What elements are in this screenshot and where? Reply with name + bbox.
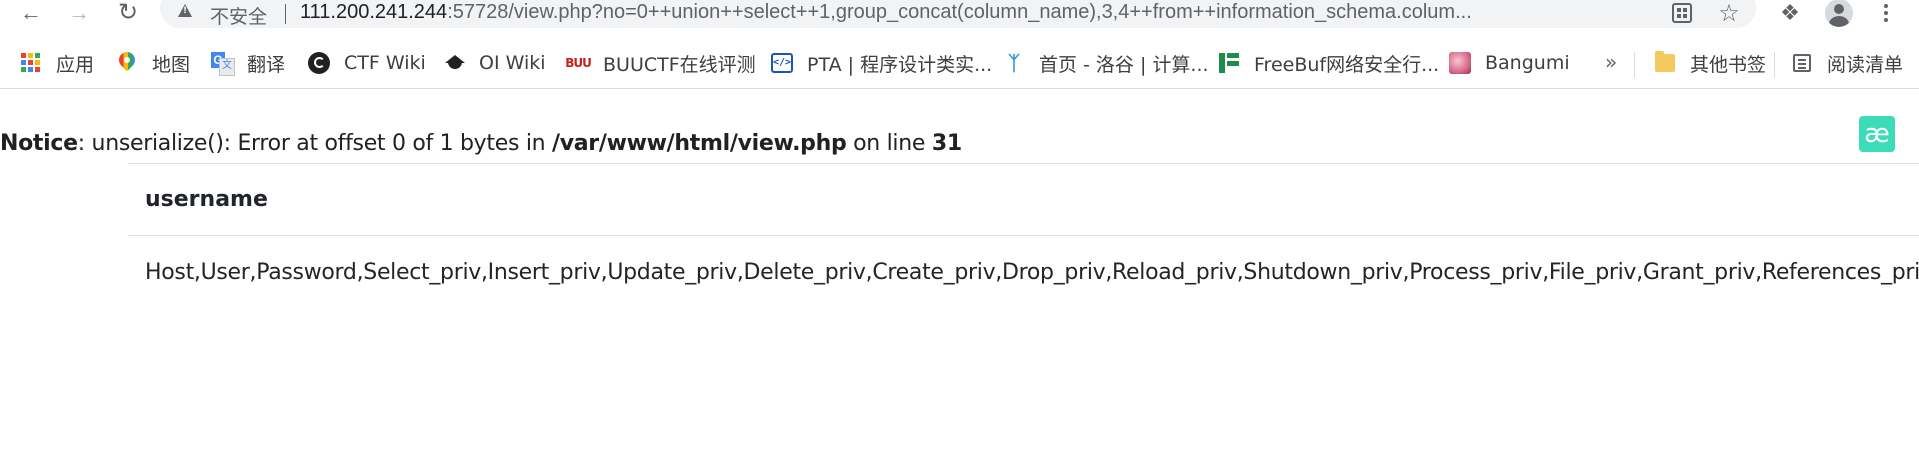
apps-grid-icon (20, 52, 42, 74)
star-icon[interactable]: ☆ (1711, 0, 1747, 27)
bookmark-freebuf[interactable]: FreeBuf网络安全行... (1218, 48, 1439, 78)
browser-toolbar: ← → ↻ 不安全 111.200.241.244:57728/view.php… (0, 0, 1919, 30)
buuctf-icon: BUU (565, 56, 592, 70)
bookmark-label: BUUCTF在线评测 (603, 53, 756, 76)
url-path: :57728/view.php?no=0++union++select++1,g… (447, 1, 1472, 23)
url-host: 111.200.241.244 (300, 1, 448, 23)
bookmark-oi-wiki[interactable]: OI Wiki (443, 48, 546, 78)
page-content: æ Notice: unserialize(): Error at offset… (0, 89, 1919, 452)
bookmark-maps[interactable]: 地图 (116, 48, 190, 78)
url-text[interactable]: 111.200.241.244:57728/view.php?no=0++uni… (300, 1, 1790, 24)
bookmarks-divider (1774, 52, 1775, 78)
php-notice: Notice: unserialize(): Error at offset 0… (0, 131, 962, 156)
graduation-cap-icon (443, 52, 465, 74)
bookmark-label: 翻译 (247, 53, 286, 76)
profile-avatar-icon[interactable] (1821, 0, 1857, 27)
result-table: username Host,User,Password,Select_priv,… (128, 163, 1919, 308)
bangumi-icon (1449, 52, 1471, 74)
warning-icon[interactable] (178, 4, 192, 17)
bookmark-label: CTF Wiki (344, 52, 426, 74)
notice-label: Notice (0, 131, 78, 156)
back-arrow-icon[interactable]: ← (16, 0, 46, 26)
freebuf-icon (1218, 52, 1240, 74)
bookmark-label: 阅读清单 (1827, 53, 1904, 76)
bookmark-label: 其他书签 (1690, 53, 1767, 76)
forward-arrow-icon[interactable]: → (64, 0, 94, 26)
bookmark-bangumi[interactable]: Bangumi (1449, 48, 1570, 78)
qr-code-icon[interactable] (1664, 0, 1700, 26)
bookmark-other-folder[interactable]: 其他书签 (1654, 48, 1766, 78)
translate-icon: G文 (211, 52, 235, 76)
bookmark-apps[interactable]: 应用 (20, 48, 94, 78)
bookmarks-divider (1634, 52, 1635, 78)
bookmark-label: 首页 - 洛谷 | 计算... (1039, 53, 1209, 76)
bookmark-label: OI Wiki (479, 52, 546, 74)
address-bar[interactable]: 不安全 111.200.241.244:57728/view.php?no=0+… (160, 0, 1756, 28)
address-separator (285, 4, 286, 24)
bookmark-translate[interactable]: G文 翻译 (211, 48, 285, 78)
security-label[interactable]: 不安全 (210, 2, 267, 29)
extensions-puzzle-icon[interactable]: ❖ (1772, 0, 1808, 26)
bookmark-luogu[interactable]: ᛉ 首页 - 洛谷 | 计算... (1003, 48, 1209, 78)
luogu-icon: ᛉ (1008, 51, 1020, 75)
bookmark-pta[interactable]: </> PTA | 程序设计类实... (771, 48, 992, 78)
bookmark-label: 地图 (152, 53, 191, 76)
bookmark-buuctf[interactable]: BUU BUUCTF在线评测 (565, 48, 756, 78)
bookmark-label: Bangumi (1485, 52, 1570, 74)
notice-file: /var/www/html/view.php (551, 131, 847, 156)
bookmarks-overflow-button[interactable]: » (1605, 50, 1617, 74)
ctf-wiki-icon (308, 52, 330, 74)
bookmark-ctf-wiki[interactable]: CTF Wiki (308, 48, 426, 78)
bookmark-label: 应用 (56, 53, 95, 76)
extension-badge-icon[interactable]: æ (1859, 116, 1895, 152)
folder-icon (1654, 51, 1676, 74)
reload-icon[interactable]: ↻ (113, 0, 143, 26)
menu-kebab-icon[interactable] (1868, 0, 1904, 26)
notice-message: : unserialize(): Error at offset 0 of 1 … (77, 131, 552, 156)
notice-line-number: 31 (931, 131, 962, 156)
maps-pin-icon (116, 52, 138, 74)
reading-list-icon (1791, 52, 1813, 74)
bookmark-label: FreeBuf网络安全行... (1254, 53, 1440, 76)
notice-on-line: on line (846, 131, 932, 156)
bookmark-label: PTA | 程序设计类实... (807, 53, 993, 76)
pta-icon: </> (771, 52, 793, 74)
table-header-username: username (128, 164, 1919, 236)
reading-list-button[interactable]: 阅读清单 (1791, 48, 1903, 78)
bookmarks-bar: 应用 地图 G文 翻译 CTF Wiki OI Wiki BUU BUUCTF在… (0, 38, 1919, 89)
table-cell-username: Host,User,Password,Select_priv,Insert_pr… (145, 259, 1919, 285)
